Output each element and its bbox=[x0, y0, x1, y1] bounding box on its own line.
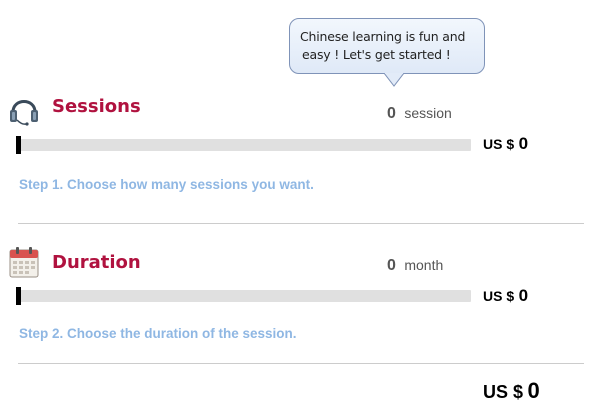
total-price: US $ 0 bbox=[483, 378, 540, 404]
sessions-count-value: 0 bbox=[387, 105, 396, 122]
duration-price: US $ 0 bbox=[483, 286, 528, 306]
calendar-icon bbox=[9, 247, 39, 278]
bubble-line-1: Chinese learning is fun and bbox=[300, 29, 466, 44]
speech-bubble-tail bbox=[384, 73, 404, 87]
duration-step-text: Step 2. Choose the duration of the sessi… bbox=[19, 326, 297, 341]
sessions-title: Sessions bbox=[52, 96, 141, 117]
total-price-label: US $ bbox=[483, 382, 524, 402]
duration-price-value: 0 bbox=[518, 286, 529, 305]
sessions-count-unit: session bbox=[404, 105, 452, 121]
bubble-line-2: easy ! Let's get started ! bbox=[302, 47, 451, 62]
duration-price-label: US $ bbox=[483, 288, 515, 304]
duration-count-value: 0 bbox=[387, 257, 396, 274]
sessions-price-label: US $ bbox=[483, 136, 515, 152]
sessions-slider-handle[interactable] bbox=[16, 136, 21, 154]
duration-slider-handle[interactable] bbox=[16, 287, 21, 305]
sessions-slider-track[interactable] bbox=[17, 139, 471, 151]
divider-bottom bbox=[18, 363, 584, 364]
sessions-price: US $ 0 bbox=[483, 134, 528, 154]
divider bbox=[18, 223, 584, 224]
sessions-count: 0 session bbox=[387, 105, 452, 123]
sessions-price-value: 0 bbox=[518, 134, 529, 153]
headset-icon bbox=[10, 100, 38, 126]
sessions-step-text: Step 1. Choose how many sessions you wan… bbox=[19, 177, 314, 192]
speech-bubble: Chinese learning is fun and easy ! Let's… bbox=[289, 18, 485, 74]
duration-count-unit: month bbox=[404, 257, 444, 273]
duration-slider-track[interactable] bbox=[17, 290, 471, 302]
duration-title: Duration bbox=[52, 252, 141, 273]
duration-count: 0 month bbox=[387, 257, 443, 275]
total-price-value: 0 bbox=[527, 378, 540, 403]
